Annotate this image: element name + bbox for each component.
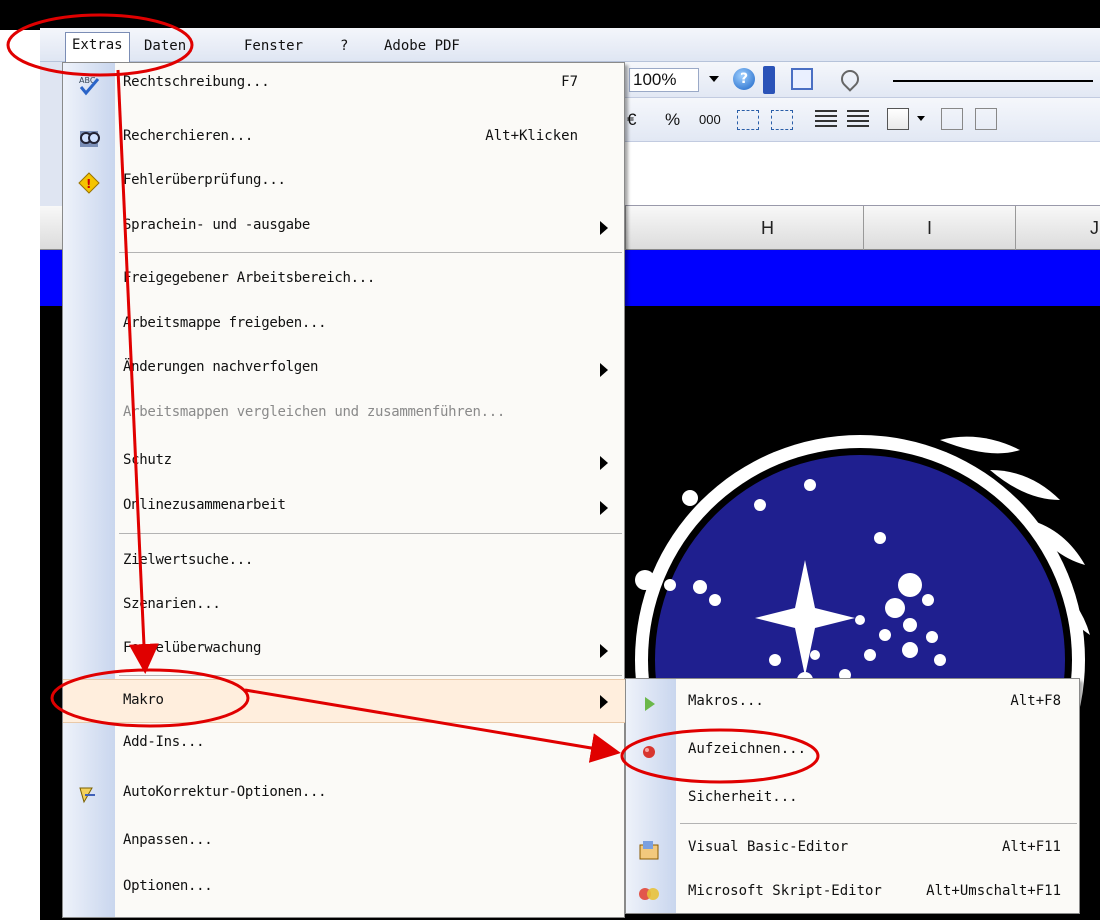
annotation-overlay <box>6 13 820 784</box>
screenshot: Extras Daten Fenster ? Adobe PDF 100% ? … <box>0 0 1100 920</box>
annotation-arrow-to-makro <box>116 69 159 674</box>
annotation-circle-aufzeichnen <box>620 728 820 784</box>
annotation-arrow-to-aufzeichnen <box>244 688 621 763</box>
annotation-circle-makro <box>50 668 250 728</box>
annotation-circle-extras <box>6 13 194 77</box>
